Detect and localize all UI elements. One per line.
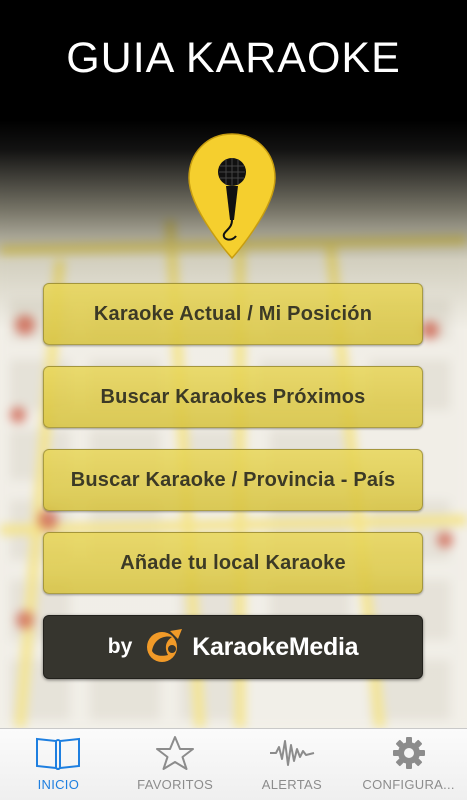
nearby-karaokes-button[interactable]: Buscar Karaokes Próximos <box>43 366 423 428</box>
gear-icon <box>385 735 433 771</box>
current-location-button[interactable]: Karaoke Actual / Mi Posición <box>43 283 423 345</box>
search-by-province-label: Buscar Karaoke / Provincia - País <box>70 468 396 491</box>
tab-favoritos-label: FAVORITOS <box>137 777 214 792</box>
add-venue-label: Añade tu local Karaoke <box>120 551 346 574</box>
tab-alertas-label: ALERTAS <box>261 777 322 792</box>
karaokemedia-logo-icon <box>142 625 186 670</box>
microphone-pin-icon <box>186 132 278 262</box>
tab-bar: INICIO FAVORITOS ALERTAS CONFIGURA... <box>0 728 467 800</box>
tab-inicio-label: INICIO <box>37 777 80 792</box>
star-icon <box>151 735 199 771</box>
tab-configuracion[interactable]: CONFIGURA... <box>350 729 467 800</box>
waveform-icon <box>268 735 316 771</box>
sponsor-banner[interactable]: by KaraokeMedia <box>43 615 423 679</box>
page-title: GUIA KARAOKE <box>66 34 401 82</box>
add-venue-button[interactable]: Añade tu local Karaoke <box>43 532 423 594</box>
tab-alertas[interactable]: ALERTAS <box>234 729 351 800</box>
nearby-karaokes-label: Buscar Karaokes Próximos <box>100 385 366 408</box>
search-by-province-button[interactable]: Buscar Karaoke / Provincia - País <box>43 449 423 511</box>
sponsor-by-text: by <box>107 635 133 658</box>
tab-favoritos[interactable]: FAVORITOS <box>117 729 234 800</box>
tab-configuracion-label: CONFIGURA... <box>362 777 455 792</box>
current-location-label: Karaoke Actual / Mi Posición <box>93 302 373 325</box>
book-icon <box>34 735 82 771</box>
sponsor-brand-text: KaraokeMedia <box>192 632 359 661</box>
tab-inicio[interactable]: INICIO <box>0 729 117 800</box>
